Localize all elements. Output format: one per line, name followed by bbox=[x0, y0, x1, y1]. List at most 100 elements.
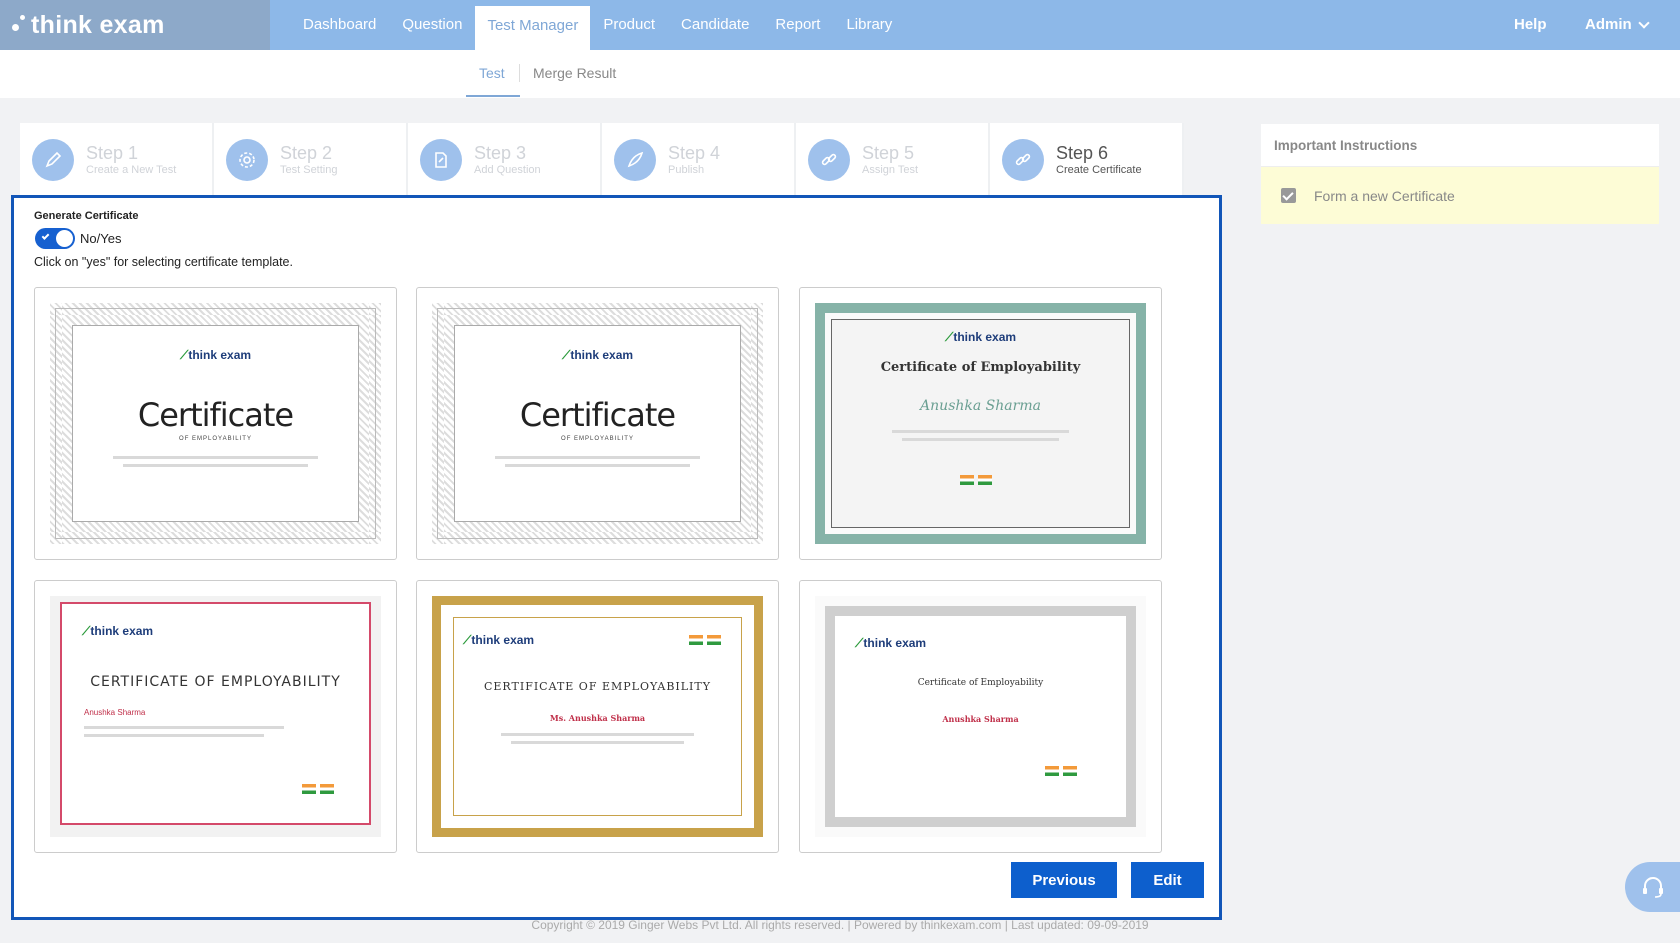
text-placeholder bbox=[84, 726, 284, 729]
text-placeholder bbox=[501, 733, 694, 736]
certificate-template-3[interactable]: ⟋think exam Certificate of Employability… bbox=[799, 287, 1162, 560]
india-flag-icon bbox=[978, 475, 992, 485]
certificate-preview: ⟋think exam Certificate of Employability… bbox=[815, 303, 1146, 544]
logo-text: think exam bbox=[31, 10, 165, 39]
text-placeholder bbox=[123, 464, 308, 467]
certificate-inner: ⟋think exam Certificate OF EMPLOYABILITY bbox=[454, 325, 741, 522]
tab-merge-result[interactable]: Merge Result bbox=[533, 65, 616, 81]
india-flag-icon bbox=[302, 784, 316, 794]
step-2[interactable]: Step 2 Test Setting bbox=[214, 123, 408, 196]
certificate-template-2[interactable]: ⟋think exam Certificate OF EMPLOYABILITY bbox=[416, 287, 779, 560]
certificate-brand: ⟋think exam bbox=[855, 636, 927, 650]
text-placeholder bbox=[892, 430, 1069, 433]
nav-item-library[interactable]: Library bbox=[833, 0, 905, 50]
link-icon bbox=[808, 138, 850, 181]
certificate-title: Certificate of Employability bbox=[917, 678, 1044, 688]
step-subtitle: Add Question bbox=[474, 163, 541, 176]
wizard-steps: Step 1 Create a New Test Step 2 Test Setti… bbox=[20, 123, 1195, 196]
instructions-title: Important Instructions bbox=[1261, 124, 1659, 167]
certificate-template-1[interactable]: ⟋think exam Certificate OF EMPLOYABILITY bbox=[34, 287, 397, 560]
certificate-template-5[interactable]: ⟋think exam CERTIFICATE OF EMPLOYABILITY… bbox=[416, 580, 779, 853]
step-subtitle: Assign Test bbox=[862, 163, 919, 176]
template-hint: Click on "yes" for selecting certificate… bbox=[34, 255, 293, 269]
certificate-title: CERTIFICATE OF EMPLOYABILITY bbox=[90, 674, 341, 690]
certificate-subtitle: OF EMPLOYABILITY bbox=[561, 436, 634, 442]
nav-item-dashboard[interactable]: Dashboard bbox=[290, 0, 389, 50]
certificate-template-6[interactable]: ⟋think exam Certificate of Employability… bbox=[799, 580, 1162, 853]
step-3[interactable]: Step 3 Add Question bbox=[408, 123, 602, 196]
nav-item-candidate[interactable]: Candidate bbox=[668, 0, 762, 50]
certificate-subtitle: OF EMPLOYABILITY bbox=[179, 436, 252, 442]
check-icon bbox=[41, 232, 50, 240]
certificate-inner: ⟋think exam CERTIFICATE OF EMPLOYABILITY… bbox=[432, 596, 763, 837]
certificate-recipient: Anushka Sharma bbox=[84, 708, 146, 717]
step-5[interactable]: Step 5 Assign Test bbox=[796, 123, 990, 196]
step-title: Step 2 bbox=[280, 142, 333, 163]
support-button[interactable] bbox=[1625, 862, 1680, 912]
admin-menu[interactable]: Admin bbox=[1585, 0, 1650, 50]
document-edit-icon bbox=[420, 138, 462, 181]
step-title: Step 3 bbox=[474, 142, 527, 163]
certificate-preview: ⟋think exam Certificate of Employability… bbox=[815, 596, 1146, 837]
step-title: Step 5 bbox=[862, 142, 915, 163]
certificate-brand: ⟋think exam bbox=[561, 348, 634, 362]
footer-text: Copyright © 2019 Ginger Webs Pvt Ltd. Al… bbox=[531, 918, 1149, 932]
certificate-preview: ⟋think exam CERTIFICATE OF EMPLOYABILITY… bbox=[50, 596, 381, 837]
nav-item-report[interactable]: Report bbox=[762, 0, 833, 50]
certificate-inner: ⟋think exam Certificate of Employability… bbox=[825, 606, 1136, 827]
link-icon bbox=[1002, 138, 1044, 181]
text-placeholder bbox=[84, 734, 264, 737]
step-title: Step 4 bbox=[668, 142, 721, 163]
step-subtitle: Publish bbox=[668, 163, 705, 176]
certificate-toggle[interactable] bbox=[35, 228, 75, 249]
subnav-divider bbox=[519, 64, 520, 82]
certificate-template-4[interactable]: ⟋think exam CERTIFICATE OF EMPLOYABILITY… bbox=[34, 580, 397, 853]
india-flag-icon bbox=[320, 784, 334, 794]
certificate-brand: ⟋think exam bbox=[179, 348, 252, 362]
text-placeholder bbox=[113, 456, 318, 459]
step-title: Step 6 bbox=[1056, 142, 1109, 163]
checkbox-checked-icon[interactable] bbox=[1281, 188, 1296, 203]
certificate-inner: ⟋think exam Certificate OF EMPLOYABILITY bbox=[72, 325, 359, 522]
instruction-label: Form a new Certificate bbox=[1314, 187, 1455, 204]
certificate-recipient: Anushka Sharma bbox=[942, 714, 1019, 724]
certificate-preview: ⟋think exam Certificate OF EMPLOYABILITY bbox=[50, 303, 381, 544]
step-1[interactable]: Step 1 Create a New Test bbox=[20, 123, 214, 196]
toggle-label: No/Yes bbox=[80, 231, 122, 246]
step-4[interactable]: Step 4 Publish bbox=[602, 123, 796, 196]
gear-icon bbox=[226, 138, 268, 181]
text-placeholder bbox=[505, 464, 690, 467]
step-subtitle: Test Setting bbox=[280, 163, 338, 176]
app-logo[interactable]: think exam bbox=[0, 0, 270, 50]
previous-button[interactable]: Previous bbox=[1011, 862, 1117, 898]
certificate-preview: ⟋think exam CERTIFICATE OF EMPLOYABILITY… bbox=[432, 596, 763, 837]
edit-button[interactable]: Edit bbox=[1131, 862, 1204, 898]
toggle-knob bbox=[56, 230, 73, 247]
certificate-inner: ⟋think exam Certificate of Employability… bbox=[831, 319, 1130, 528]
certificate-recipient: Ms. Anushka Sharma bbox=[549, 713, 646, 723]
certificate-title: CERTIFICATE OF EMPLOYABILITY bbox=[483, 680, 711, 693]
headset-icon bbox=[1642, 877, 1663, 898]
certificate-panel: Generate Certificate No/Yes Click on "ye… bbox=[11, 195, 1222, 920]
main-nav: Dashboard Question Test Manager Product … bbox=[290, 0, 905, 50]
step-6[interactable]: Step 6 Create Certificate bbox=[990, 123, 1184, 196]
certificate-inner: ⟋think exam CERTIFICATE OF EMPLOYABILITY… bbox=[60, 602, 371, 825]
sub-nav bbox=[0, 50, 1680, 98]
nav-item-product[interactable]: Product bbox=[590, 0, 668, 50]
text-placeholder bbox=[495, 456, 700, 459]
admin-label: Admin bbox=[1585, 16, 1632, 33]
certificate-recipient: Anushka Sharma bbox=[920, 398, 1041, 414]
help-link[interactable]: Help bbox=[1514, 0, 1547, 50]
step-title: Step 1 bbox=[86, 142, 139, 163]
instruction-item: Form a new Certificate bbox=[1261, 167, 1659, 224]
certificate-title: Certificate of Employability bbox=[880, 360, 1081, 375]
nav-item-question[interactable]: Question bbox=[389, 0, 475, 50]
tab-test[interactable]: Test bbox=[479, 65, 505, 81]
india-flag-icon bbox=[1045, 766, 1059, 776]
logo-dot-small-icon bbox=[20, 14, 25, 20]
india-flag-icon bbox=[960, 475, 974, 485]
india-flag-icon bbox=[707, 635, 721, 645]
nav-item-test-manager[interactable]: Test Manager bbox=[475, 6, 591, 50]
step-subtitle: Create Certificate bbox=[1056, 163, 1142, 176]
rocket-icon bbox=[614, 138, 656, 181]
